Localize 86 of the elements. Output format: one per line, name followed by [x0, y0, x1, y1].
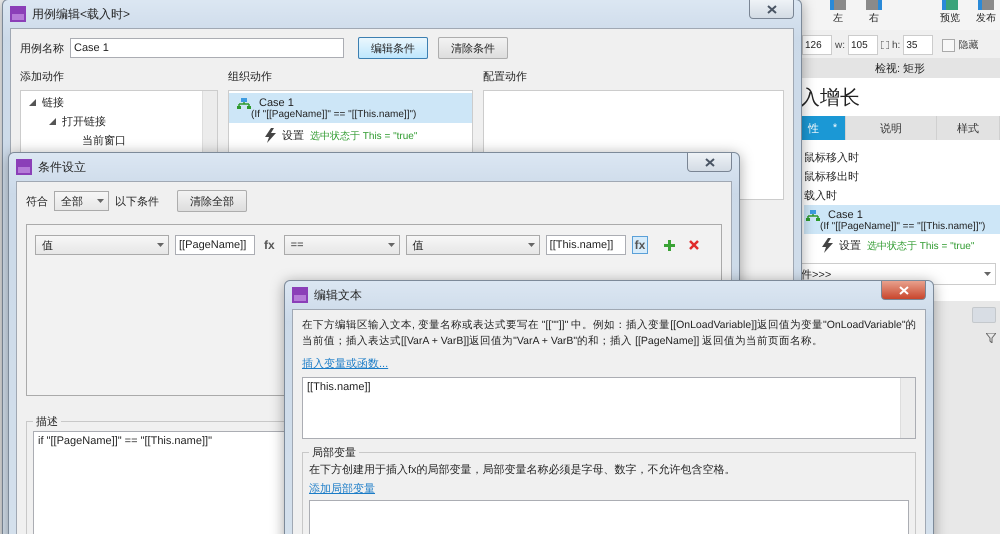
- event-item[interactable]: 载入时: [804, 186, 1000, 205]
- height-field[interactable]: 35: [903, 35, 934, 55]
- close-icon: [766, 4, 776, 14]
- hidden-label: 隐藏: [958, 38, 978, 52]
- add-local-variable-link[interactable]: 添加局部变量: [309, 480, 375, 496]
- event-item[interactable]: 鼠标移出时: [804, 167, 1000, 186]
- modified-mark: *: [832, 122, 838, 134]
- type-dropdown[interactable]: 值: [35, 235, 169, 255]
- caret-icon: [984, 272, 991, 276]
- filter-icon[interactable]: [986, 333, 996, 343]
- app-logo-icon: [10, 6, 26, 22]
- height-label: h:: [892, 40, 900, 50]
- expand-arrow-icon[interactable]: [29, 99, 36, 106]
- fx-button[interactable]: fx: [261, 236, 278, 254]
- window-title: 条件设立: [38, 158, 86, 176]
- delete-icon[interactable]: [689, 240, 700, 250]
- caret-icon: [388, 243, 395, 247]
- case-item[interactable]: Case 1 (If "[[PageName]]" == "[[This.name]]"): [229, 93, 472, 123]
- caret-icon: [528, 243, 535, 247]
- close-icon: [898, 286, 908, 294]
- section-label: 添加动作: [20, 70, 65, 84]
- match-label: 符合: [26, 194, 48, 208]
- local-variables-help: 在下方创建用于插入fx的局部变量，局部变量名称必须是字母、数字，不允许包含空格。: [309, 462, 737, 476]
- x-field[interactable]: 126: [802, 35, 832, 55]
- edit-condition-button[interactable]: 编辑条件: [358, 37, 428, 59]
- tree-item[interactable]: 打开链接: [62, 114, 106, 129]
- match-suffix: 以下条件: [115, 194, 159, 208]
- action-verb: 设置: [282, 129, 304, 143]
- event-item[interactable]: 鼠标移入时: [804, 148, 1000, 167]
- section-label: 组织动作: [228, 70, 273, 84]
- caret-icon: [157, 243, 164, 247]
- expand-arrow-icon[interactable]: [49, 118, 56, 125]
- action-verb: 设置: [839, 239, 861, 253]
- toolbar-button[interactable]: 发布: [974, 0, 998, 30]
- window-title: 编辑文本: [314, 286, 362, 304]
- action-detail: 选中状态于 This = "true": [310, 130, 418, 142]
- lightning-icon: [822, 238, 833, 253]
- lock-ratio-icon[interactable]: [881, 41, 889, 49]
- value-field[interactable]: [[PageName]]: [175, 235, 255, 255]
- width-field[interactable]: 105: [848, 35, 878, 55]
- operator-dropdown[interactable]: ==: [284, 235, 400, 255]
- tree-item[interactable]: 当前窗口: [82, 133, 126, 148]
- close-button[interactable]: [749, 0, 794, 19]
- window-title: 用例编辑<载入时>: [32, 6, 130, 22]
- section-label: 配置动作: [483, 70, 528, 84]
- close-icon: [704, 158, 714, 166]
- value-field[interactable]: [[This.name]]: [546, 235, 626, 255]
- case-name-label: 用例名称: [20, 42, 64, 56]
- tree-item[interactable]: 链接: [42, 95, 64, 110]
- flowchart-icon: [806, 210, 820, 220]
- add-icon[interactable]: [664, 240, 676, 250]
- match-dropdown[interactable]: 全部: [54, 191, 109, 211]
- hidden-checkbox[interactable]: [942, 38, 956, 52]
- inspector-title: 检视: 矩形: [800, 58, 1000, 78]
- case-name: Case 1: [259, 97, 294, 109]
- toolbar-button[interactable]: 左: [826, 0, 850, 30]
- lightning-icon: [265, 128, 276, 143]
- toolbar-icon: [866, 0, 882, 10]
- action-detail: 选中状态于 This = "true": [867, 240, 974, 252]
- width-label: w:: [835, 40, 845, 50]
- app-logo-icon: [292, 287, 308, 303]
- fx-button[interactable]: fx: [632, 236, 648, 254]
- app-logo-icon: [16, 159, 32, 175]
- clear-all-button[interactable]: 清除全部: [177, 190, 247, 212]
- group-legend: 局部变量: [309, 444, 359, 460]
- close-button[interactable]: [687, 153, 732, 172]
- toolbar-icon: [978, 0, 994, 10]
- widget-name: 入增长: [800, 86, 861, 110]
- toolbar-icon: [942, 0, 958, 10]
- case-condition: (If "[[PageName]]" == "[[This.name]]"): [250, 109, 418, 120]
- scrollbar[interactable]: [900, 378, 915, 438]
- toolbar-icon: [830, 0, 846, 10]
- toolbar-button[interactable]: 预览: [938, 0, 962, 30]
- case-item[interactable]: Case 1 (If "[[PageName]]" == "[[This.name]]"): [804, 205, 1000, 234]
- toolbar-button[interactable]: 右: [862, 0, 886, 30]
- flowchart-icon: [237, 98, 251, 108]
- insert-variable-link[interactable]: 插入变量或函数...: [302, 356, 388, 370]
- case-name-field[interactable]: Case 1: [70, 38, 344, 58]
- clear-condition-button[interactable]: 清除条件: [438, 37, 508, 59]
- case-name: Case 1: [828, 209, 863, 221]
- text-editor[interactable]: [[This.name]]: [302, 376, 916, 438]
- group-legend: 描述: [33, 414, 61, 429]
- type-dropdown[interactable]: 值: [406, 235, 540, 255]
- close-button[interactable]: [881, 281, 926, 300]
- instructions-text: 在下方编辑区输入文本, 变量名称或表达式要写在 "[[""]]" 中。例如：插入变量[[OnLoadVariable]]返回值为变量"OnLoadVariable"的当前值；插入表达式[[VarA + VarB]]返回值为"VarA + VarB"的和；插入 [[PageName]] 返回值为当前页面名称。: [302, 318, 918, 349]
- case-condition: (If "[[PageName]]" == "[[This.name]]"): [819, 221, 986, 232]
